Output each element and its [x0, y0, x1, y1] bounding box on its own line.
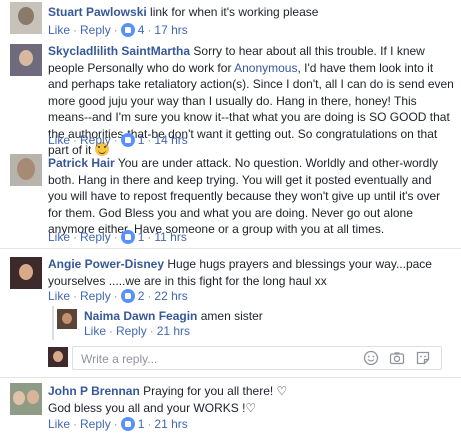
reply-link[interactable]: Reply: [80, 230, 111, 244]
avatar-face: [13, 391, 25, 405]
like-count[interactable]: 1: [138, 417, 145, 431]
commenter-name[interactable]: John P Brennan: [48, 384, 140, 398]
timestamp[interactable]: 17 hrs: [154, 23, 187, 37]
comment-actions: Like · Reply · 1 · 11 hrs: [48, 230, 187, 244]
like-link[interactable]: Like: [48, 230, 70, 244]
like-link[interactable]: Like: [48, 133, 70, 147]
like-thumb-icon: [120, 289, 135, 303]
reply-link[interactable]: Reply: [80, 133, 111, 147]
avatar[interactable]: [10, 154, 42, 186]
emoji-icon[interactable]: [363, 350, 379, 366]
like-count[interactable]: 2: [138, 289, 145, 303]
timestamp[interactable]: 22 hrs: [154, 289, 187, 303]
like-link[interactable]: Like: [84, 324, 106, 338]
reply-box[interactable]: [72, 346, 442, 370]
reply-link[interactable]: Reply: [116, 324, 147, 338]
avatar-face: [62, 313, 72, 324]
avatar[interactable]: [10, 44, 42, 76]
avatar-face: [19, 264, 33, 280]
like-count[interactable]: 1: [138, 133, 145, 147]
like-thumb-icon: [120, 23, 135, 37]
avatar[interactable]: [10, 257, 42, 289]
commenter-name[interactable]: Skycladlilith SaintMartha: [48, 44, 190, 58]
comment-body: Patrick Hair You are under attack. No qu…: [48, 155, 454, 238]
sticker-icon[interactable]: [415, 350, 431, 366]
comment-body: Angie Power-Disney Huge hugs prayers and…: [48, 256, 448, 289]
avatar-face: [53, 351, 63, 362]
mention-link[interactable]: Anonymous: [234, 61, 297, 75]
comment-actions: Like · Reply · 1 · 21 hrs: [48, 417, 188, 431]
comment-actions: Like · Reply · 4 · 17 hrs: [48, 23, 188, 37]
like-link[interactable]: Like: [48, 417, 70, 431]
reply-link[interactable]: Reply: [80, 417, 111, 431]
avatar[interactable]: [10, 383, 42, 415]
like-thumb-icon: [120, 230, 135, 244]
avatar-face: [19, 50, 33, 66]
avatar[interactable]: [57, 309, 77, 329]
comment-text: link for when it's working please: [150, 5, 319, 19]
timestamp[interactable]: 21 hrs: [157, 324, 190, 338]
comment-text-line2: God bless you all and your WORKS !♡: [48, 400, 257, 415]
comment-actions: Like · Reply · 21 hrs: [84, 324, 191, 338]
comment-actions: Like · Reply · 2 · 22 hrs: [48, 289, 188, 303]
avatar-face: [17, 158, 35, 180]
avatar-face: [27, 390, 39, 404]
reply-input[interactable]: [79, 350, 353, 368]
avatar-face: [18, 7, 34, 25]
comment-body: John P Brennan Praying for you all there…: [48, 383, 448, 416]
commenter-name[interactable]: Naima Dawn Feagin: [84, 309, 197, 323]
timestamp[interactable]: 21 hrs: [154, 417, 187, 431]
comment-text-line1: Praying for you all there! ♡: [143, 384, 288, 398]
divider: [0, 377, 461, 378]
like-count[interactable]: 4: [138, 23, 145, 37]
comment-text: amen sister: [200, 309, 263, 323]
commenter-name[interactable]: Patrick Hair: [48, 156, 115, 170]
camera-icon[interactable]: [389, 350, 405, 366]
avatar[interactable]: [10, 2, 42, 34]
comment-actions: Like · Reply · 1 · 14 hrs: [48, 133, 188, 147]
like-count[interactable]: 1: [138, 230, 145, 244]
timestamp[interactable]: 11 hrs: [154, 230, 186, 244]
divider: [0, 248, 461, 249]
commenter-name[interactable]: Angie Power-Disney: [48, 257, 164, 271]
like-thumb-icon: [120, 133, 135, 147]
comment-body: Stuart Pawlowski link for when it's work…: [48, 4, 448, 21]
reply-link[interactable]: Reply: [80, 23, 111, 37]
like-link[interactable]: Like: [48, 289, 70, 303]
reply-avatar: [48, 347, 68, 367]
timestamp[interactable]: 14 hrs: [154, 133, 187, 147]
like-thumb-icon: [120, 417, 135, 431]
reply-thread-line: [52, 306, 54, 340]
reply-link[interactable]: Reply: [80, 289, 111, 303]
commenter-name[interactable]: Stuart Pawlowski: [48, 5, 147, 19]
like-link[interactable]: Like: [48, 23, 70, 37]
